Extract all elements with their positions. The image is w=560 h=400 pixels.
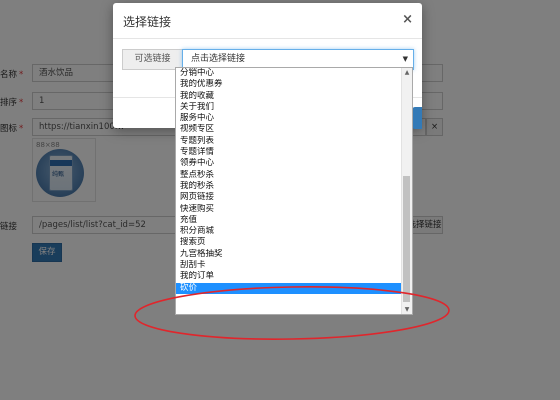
dropdown-option[interactable]: 整点秒杀 — [176, 170, 402, 181]
dropdown-option[interactable]: 九宫格抽奖 — [176, 249, 402, 260]
scroll-down-icon[interactable]: ▼ — [402, 305, 412, 314]
scroll-up-icon[interactable]: ▲ — [402, 68, 412, 77]
dropdown-option[interactable]: 砍价 — [176, 282, 402, 294]
dropdown-option[interactable]: 服务中心 — [176, 113, 402, 124]
link-options-addon: 可选链接 — [122, 49, 182, 70]
dropdown-option[interactable]: 刮刮卡 — [176, 260, 402, 271]
dropdown-option[interactable]: 快速购买 — [176, 204, 402, 215]
dropdown-option[interactable]: 关于我们 — [176, 102, 402, 113]
dropdown-scrollbar[interactable]: ▲ ▼ — [401, 68, 412, 314]
dropdown-option[interactable]: 专题列表 — [176, 136, 402, 147]
close-icon[interactable]: × — [402, 12, 413, 27]
dropdown-options: 分销中心 我的优惠券 我的收藏 关于我们 服务中心 视频专区 专题列表 专题详情 领券中心 整点秒… — [176, 68, 402, 294]
dropdown-option[interactable]: 网页链接 — [176, 192, 402, 203]
select-current-value: 点击选择链接 — [191, 54, 246, 64]
dropdown-option[interactable]: 分销中心 — [176, 68, 402, 79]
dropdown-option[interactable]: 专题详情 — [176, 147, 402, 158]
modal-title: 选择链接 — [123, 15, 172, 29]
link-dropdown-list[interactable]: 分销中心 我的优惠券 我的收藏 关于我们 服务中心 视频专区 专题列表 专题详情 领券中心 整点秒… — [175, 67, 413, 315]
dropdown-option[interactable]: 我的收藏 — [176, 91, 402, 102]
dropdown-option[interactable]: 充值 — [176, 215, 402, 226]
modal-confirm-button[interactable] — [412, 107, 422, 129]
dropdown-option[interactable]: 积分商城 — [176, 226, 402, 237]
modal-divider — [113, 38, 422, 39]
dropdown-option[interactable]: 我的优惠券 — [176, 79, 402, 90]
dropdown-option[interactable]: 领券中心 — [176, 158, 402, 169]
scrollbar-thumb[interactable] — [403, 176, 410, 302]
dropdown-option[interactable]: 视频专区 — [176, 124, 402, 135]
dropdown-option[interactable]: 搜索页 — [176, 237, 402, 248]
dropdown-option[interactable]: 我的订单 — [176, 271, 402, 282]
dropdown-option[interactable]: 我的秒杀 — [176, 181, 402, 192]
